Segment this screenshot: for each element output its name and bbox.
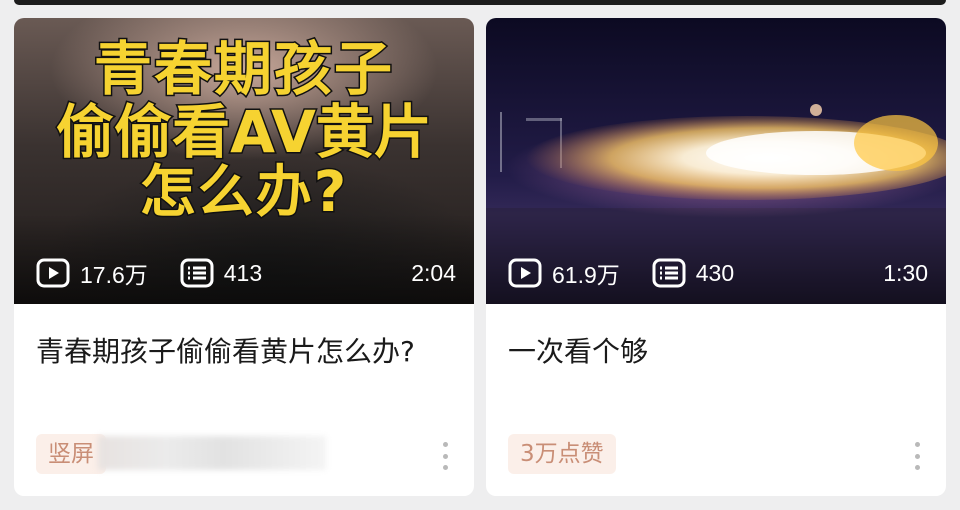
play-count: 61.9万 bbox=[508, 256, 620, 290]
play-icon bbox=[36, 258, 70, 288]
play-count: 17.6万 bbox=[36, 256, 148, 290]
video-duration: 2:04 bbox=[411, 259, 456, 286]
comment-count-value: 413 bbox=[223, 259, 263, 286]
more-vertical-icon[interactable] bbox=[440, 442, 450, 470]
previous-row-edge bbox=[14, 0, 946, 5]
video-duration: 1:30 bbox=[883, 259, 928, 286]
video-title[interactable]: 一次看个够 bbox=[508, 332, 922, 372]
overlay-line: 偷偷看AV黄片 bbox=[55, 97, 434, 166]
video-thumbnail[interactable]: 61.9万 430 1:30 bbox=[486, 18, 946, 304]
more-vertical-icon[interactable] bbox=[912, 442, 922, 470]
video-title[interactable]: 青春期孩子偷偷看黄片怎么办? bbox=[36, 332, 450, 372]
video-card[interactable]: 青春期孩子 偷偷看AV黄片 怎么办? 17.6万 413 2:04 青春期孩子偷… bbox=[14, 18, 474, 496]
comment-count: 430 bbox=[652, 258, 734, 288]
blurred-author-name bbox=[98, 436, 326, 470]
video-card[interactable]: 61.9万 430 1:30 一次看个够 3万点赞 bbox=[486, 18, 946, 496]
comment-count-value: 430 bbox=[695, 259, 735, 286]
video-stats: 61.9万 430 1:30 bbox=[508, 256, 928, 290]
like-count-badge: 3万点赞 bbox=[508, 434, 616, 474]
danmaku-list-icon bbox=[180, 258, 214, 288]
video-tag: 竖屏 bbox=[36, 434, 106, 474]
video-thumbnail[interactable]: 青春期孩子 偷偷看AV黄片 怎么办? 17.6万 413 2:04 bbox=[14, 18, 474, 304]
thumbnail-overlay-text: 青春期孩子 偷偷看AV黄片 怎么办? bbox=[14, 35, 474, 224]
overlay-line: 青春期孩子 bbox=[92, 35, 394, 103]
video-stats: 17.6万 413 2:04 bbox=[36, 256, 456, 290]
comment-count: 413 bbox=[180, 258, 262, 288]
play-count-value: 17.6万 bbox=[80, 262, 148, 288]
play-count-value: 61.9万 bbox=[552, 262, 620, 288]
play-icon bbox=[508, 258, 542, 288]
danmaku-list-icon bbox=[652, 258, 686, 288]
